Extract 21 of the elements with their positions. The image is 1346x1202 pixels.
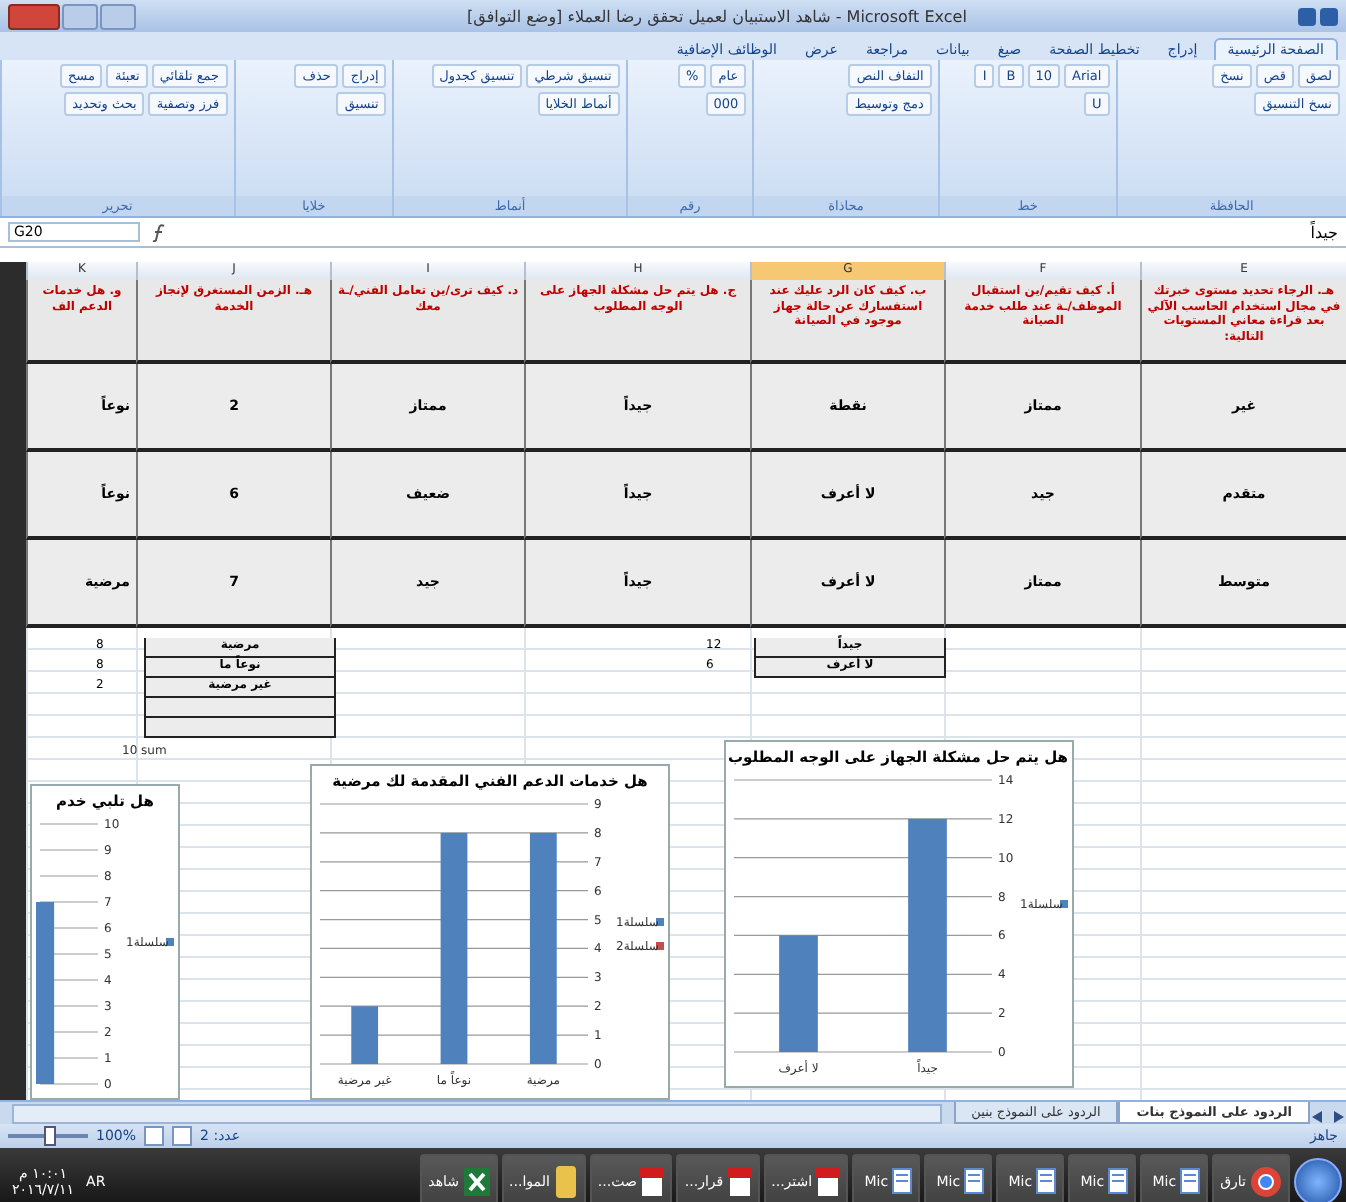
pdf-file-icon <box>727 1167 752 1195</box>
pdf-file-icon <box>640 1167 665 1195</box>
horizontal-scrollbar[interactable] <box>12 1104 942 1124</box>
function-icon[interactable] <box>152 223 166 241</box>
document-icon <box>1108 1168 1129 1194</box>
start-button[interactable] <box>1294 1157 1342 1202</box>
document-icon <box>964 1168 985 1194</box>
document-icon <box>892 1168 913 1194</box>
view-button[interactable] <box>172 1126 193 1146</box>
view-button[interactable] <box>144 1126 165 1146</box>
browser-icon <box>1250 1165 1282 1197</box>
formula-field[interactable]: جيداً <box>178 223 1338 241</box>
slider-thumb[interactable] <box>44 1126 56 1146</box>
sheet-nav-arrows-icon[interactable] <box>1310 1110 1346 1124</box>
window-title: شاهد الاستبيان لعميل تحقق رضا العملاء [وضع التوافق] - Microsoft Excel <box>467 7 967 25</box>
folder-icon <box>553 1165 578 1197</box>
document-icon <box>1036 1168 1057 1194</box>
document-icon <box>1180 1168 1201 1194</box>
spreadsheet-icon <box>463 1167 490 1195</box>
close-button[interactable] <box>8 3 60 29</box>
pdf-file-icon <box>816 1167 841 1195</box>
